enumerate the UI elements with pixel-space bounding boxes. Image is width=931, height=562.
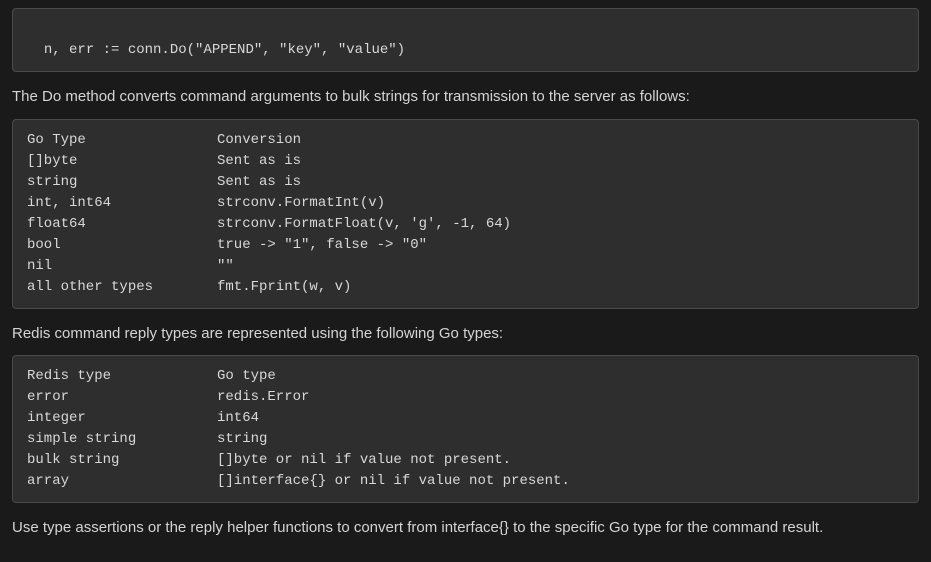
table-cell-left: []byte <box>27 151 217 172</box>
table-row: bulk string[]byte or nil if value not pr… <box>27 450 904 471</box>
table-row: errorredis.Error <box>27 387 904 408</box>
table-cell-right: fmt.Fprint(w, v) <box>217 279 351 295</box>
table-row: booltrue -> "1", false -> "0" <box>27 235 904 256</box>
table-row: Redis typeGo type <box>27 366 904 387</box>
code-text: n, err := conn.Do("APPEND", "key", "valu… <box>44 42 405 58</box>
code-example-do: n, err := conn.Do("APPEND", "key", "valu… <box>12 8 919 72</box>
table-cell-left: float64 <box>27 214 217 235</box>
table-row: simple stringstring <box>27 429 904 450</box>
table-cell-left: nil <box>27 256 217 277</box>
table-row: all other typesfmt.Fprint(w, v) <box>27 277 904 298</box>
table-cell-right: true -> "1", false -> "0" <box>217 237 427 253</box>
table-cell-left: bool <box>27 235 217 256</box>
table-row: integerint64 <box>27 408 904 429</box>
table-row: stringSent as is <box>27 172 904 193</box>
table-cell-right: redis.Error <box>217 389 309 405</box>
paragraph-reply-intro: Redis command reply types are represente… <box>12 323 919 346</box>
table-cell-right: []interface{} or nil if value not presen… <box>217 473 570 489</box>
table-cell-left: all other types <box>27 277 217 298</box>
table-cell-right: Sent as is <box>217 153 301 169</box>
table-cell-right: strconv.FormatInt(v) <box>217 195 385 211</box>
table-row: int, int64strconv.FormatInt(v) <box>27 193 904 214</box>
table-cell-left: int, int64 <box>27 193 217 214</box>
table-cell-right: strconv.FormatFloat(v, 'g', -1, 64) <box>217 216 511 232</box>
table-cell-right: Sent as is <box>217 174 301 190</box>
table-cell-left: simple string <box>27 429 217 450</box>
table-row: Go TypeConversion <box>27 130 904 151</box>
reply-type-table: Redis typeGo typeerrorredis.Errorinteger… <box>12 355 919 503</box>
paragraph-type-assertions: Use type assertions or the reply helper … <box>12 517 919 540</box>
table-row: []byteSent as is <box>27 151 904 172</box>
conversion-table: Go TypeConversion[]byteSent as isstringS… <box>12 119 919 309</box>
table-cell-right: Conversion <box>217 132 301 148</box>
table-cell-right: "" <box>217 258 234 274</box>
paragraph-conversion-intro: The Do method converts command arguments… <box>12 86 919 109</box>
table-cell-left: Go Type <box>27 130 217 151</box>
table-row: nil"" <box>27 256 904 277</box>
table-cell-right: Go type <box>217 368 276 384</box>
table-cell-right: string <box>217 431 267 447</box>
table-cell-left: string <box>27 172 217 193</box>
table-cell-right: []byte or nil if value not present. <box>217 452 511 468</box>
table-cell-left: error <box>27 387 217 408</box>
table-row: array[]interface{} or nil if value not p… <box>27 471 904 492</box>
table-cell-right: int64 <box>217 410 259 426</box>
table-row: float64strconv.FormatFloat(v, 'g', -1, 6… <box>27 214 904 235</box>
table-cell-left: Redis type <box>27 366 217 387</box>
table-cell-left: array <box>27 471 217 492</box>
table-cell-left: bulk string <box>27 450 217 471</box>
table-cell-left: integer <box>27 408 217 429</box>
